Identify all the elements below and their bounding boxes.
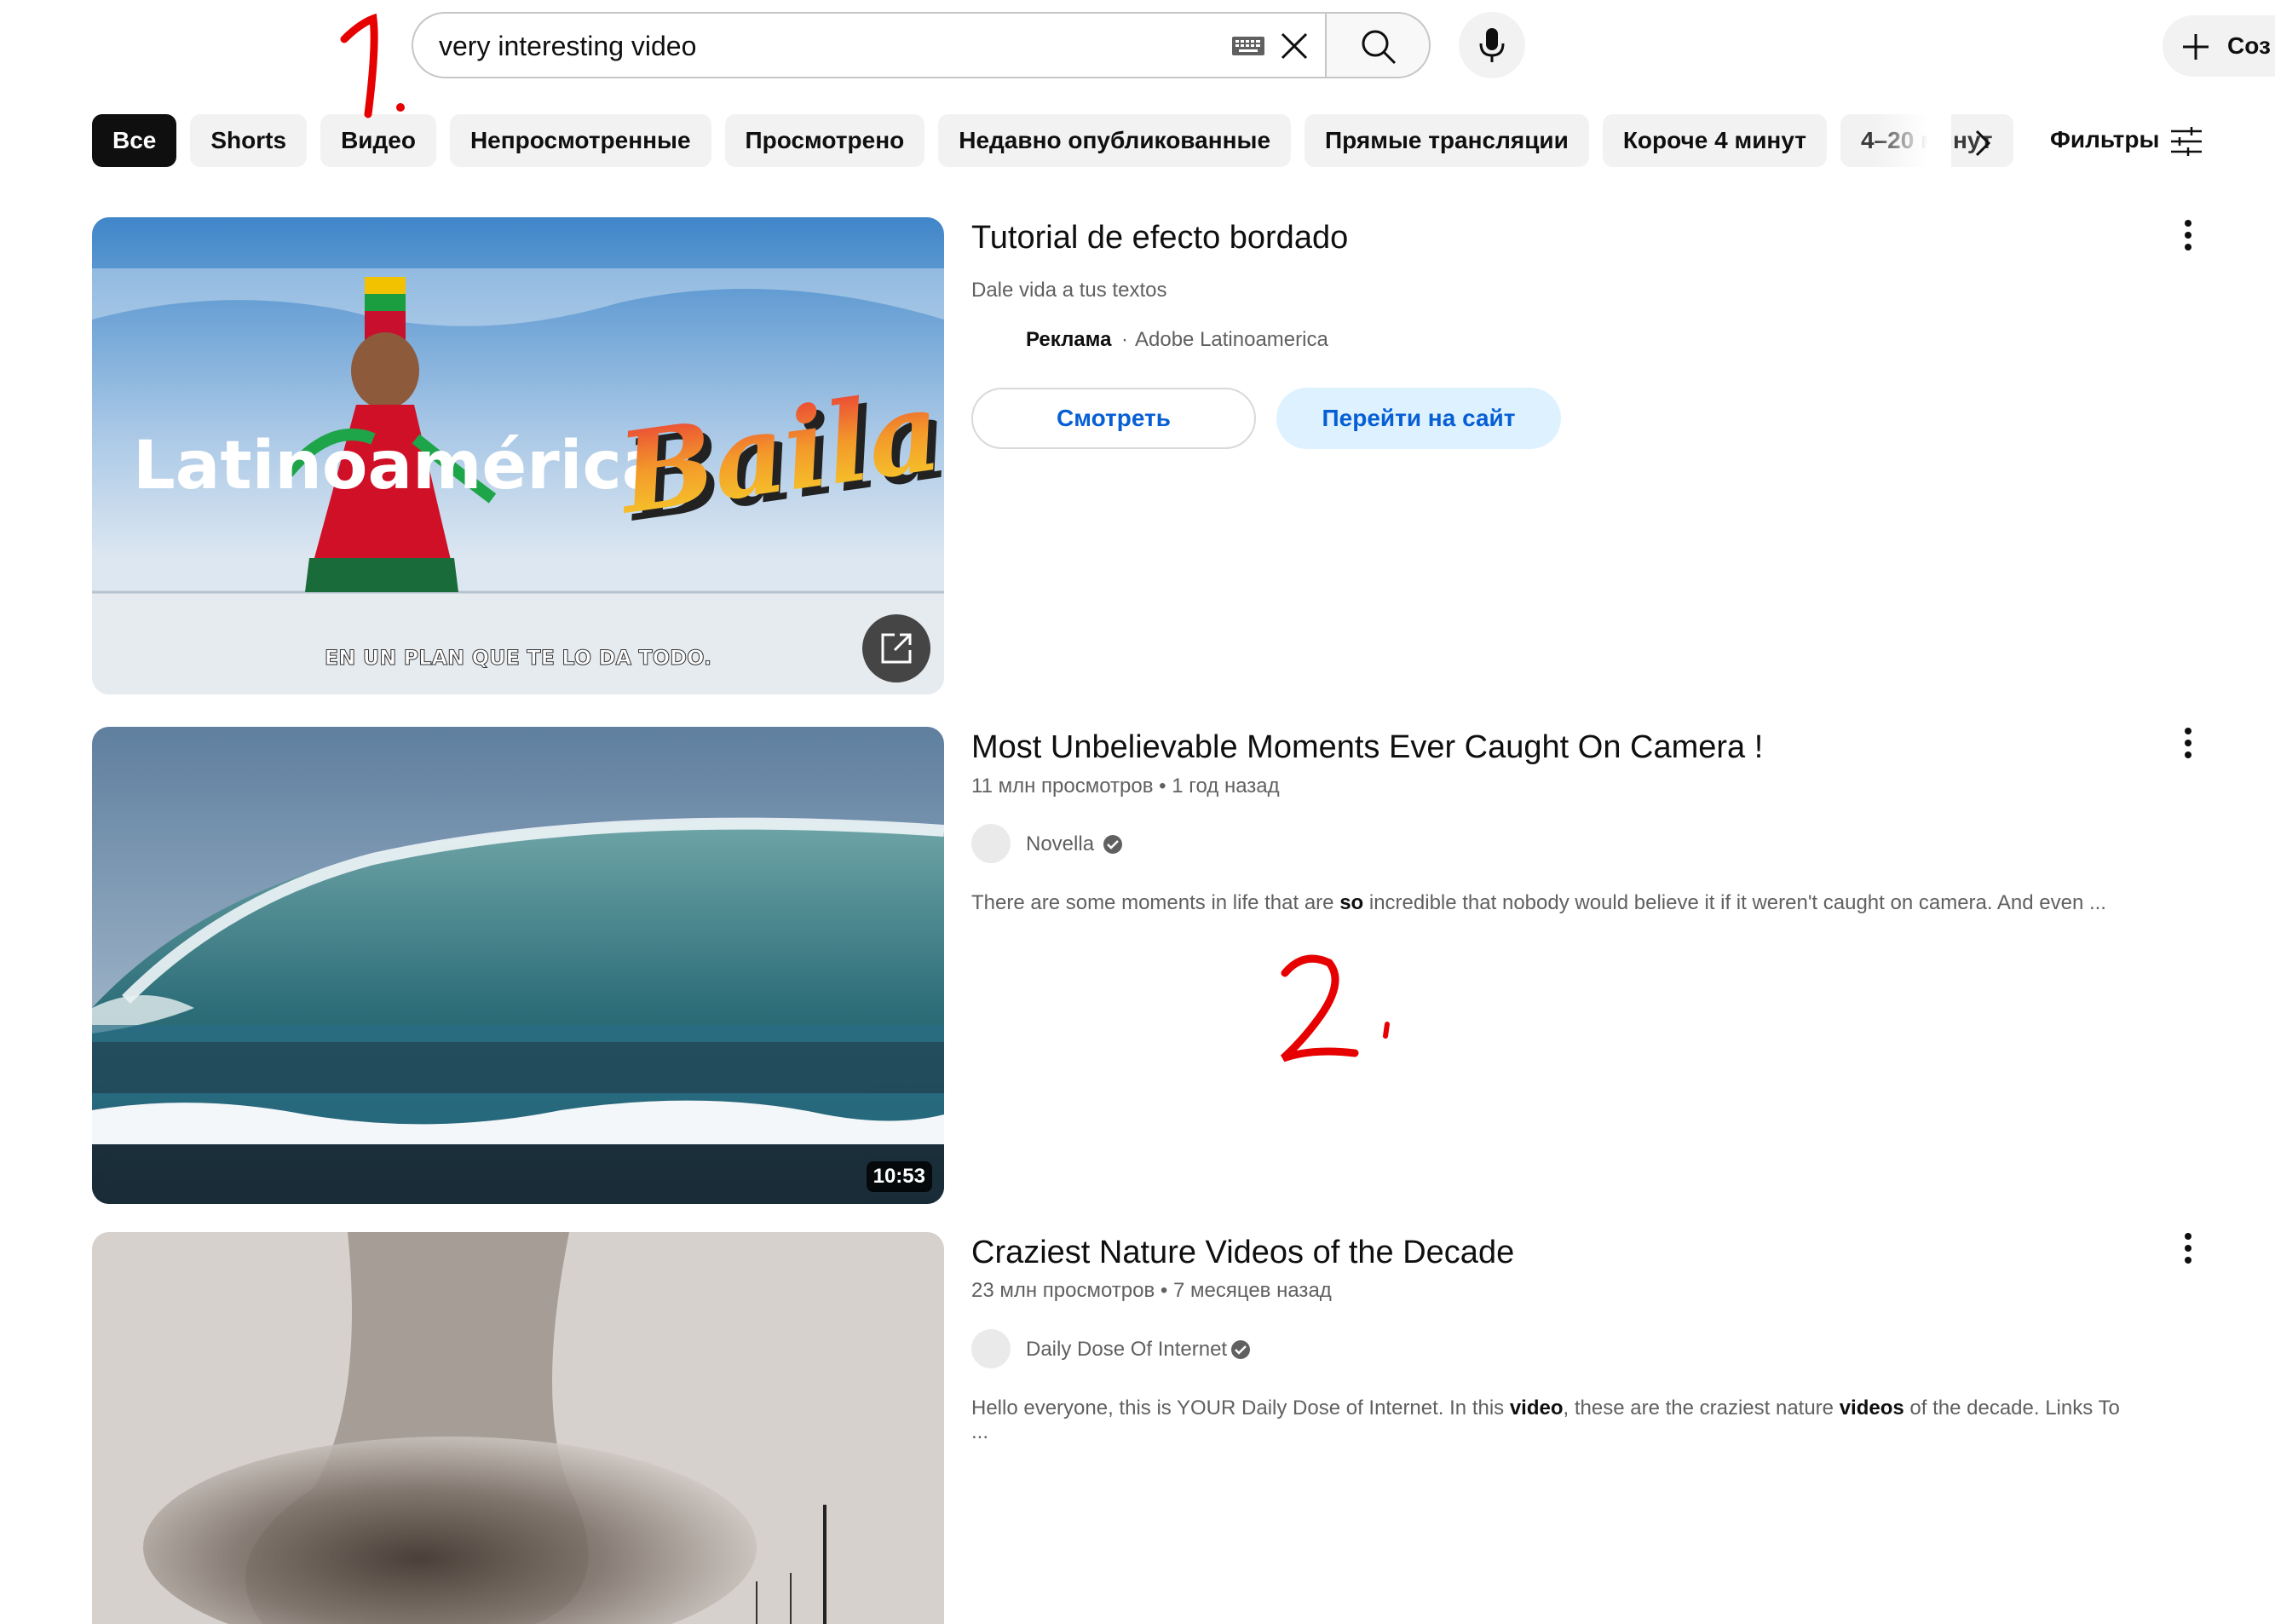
watch-button[interactable]: Смотреть (971, 388, 1256, 449)
search-button[interactable] (1325, 12, 1431, 78)
more-options-icon[interactable] (2178, 1230, 2198, 1267)
chip-shorts[interactable]: Shorts (190, 114, 308, 167)
chips-fade-overlay (1875, 107, 1951, 176)
keyboard-icon[interactable] (1231, 34, 1265, 58)
search-input[interactable]: very interesting video (412, 12, 1325, 78)
chip-unwatched[interactable]: Непросмотренные (449, 114, 711, 167)
plus-icon (2183, 34, 2209, 60)
video-duration: 10:53 (866, 1161, 932, 1192)
more-options-icon[interactable] (2178, 216, 2198, 254)
ad-title[interactable]: Tutorial de efecto bordado (971, 220, 1348, 256)
video-meta: 11 млн просмотров • 1 год назад (971, 775, 1280, 798)
create-button-label: Соз (2227, 32, 2271, 59)
create-button[interactable]: Соз (2163, 15, 2275, 77)
chip-all[interactable]: Все (92, 114, 177, 167)
verified-badge-icon (1231, 1340, 1250, 1359)
avatar[interactable] (971, 824, 1011, 863)
meta-separator: • (1160, 1279, 1168, 1302)
channel-name[interactable]: Novella (1026, 832, 1094, 856)
description-text: , these are the craziest nature (1563, 1397, 1840, 1420)
description-text: There are some moments in life that are (971, 891, 1340, 914)
description-text: Hello everyone, this is YOUR Daily Dose … (971, 1397, 1510, 1420)
upload-age: 7 месяцев назад (1173, 1279, 1332, 1302)
description-highlight: video (1509, 1397, 1564, 1420)
chip-under-4-min[interactable]: Короче 4 минут (1602, 114, 1827, 167)
verified-badge-icon (1103, 835, 1122, 854)
more-options-icon[interactable] (2178, 724, 2198, 762)
video-description: There are some moments in life that are … (971, 891, 2139, 915)
chevron-right-icon[interactable] (1963, 124, 2001, 162)
annotation-1 (340, 13, 405, 118)
search-icon (1362, 30, 1397, 65)
upload-age: 1 год назад (1172, 775, 1280, 798)
external-link-icon (881, 633, 912, 664)
video-meta: 23 млн просмотров • 7 месяцев назад (971, 1279, 1332, 1303)
microphone-icon (1479, 28, 1505, 62)
voice-search-button[interactable] (1459, 12, 1525, 78)
view-count: 11 млн просмотров (971, 775, 1154, 798)
description-highlight: videos (1839, 1397, 1904, 1420)
channel-name[interactable]: Daily Dose Of Internet (1026, 1338, 1227, 1362)
ad-thumb-caption: EN UN PLAN QUE TE LO DA TODO. (325, 646, 711, 670)
ad-subtitle: Dale vida a tus textos (971, 279, 1167, 302)
description-highlight: so (1339, 891, 1364, 914)
filters-button[interactable]: Фильтры (2050, 126, 2159, 153)
video-thumbnail[interactable]: 10:53 (92, 727, 944, 1204)
ad-channel-name[interactable]: Adobe Latinoamerica (1135, 328, 1328, 352)
chip-live[interactable]: Прямые трансляции (1305, 114, 1589, 167)
search-query-text: very interesting video (439, 31, 697, 61)
visit-site-button[interactable]: Перейти на сайт (1276, 388, 1561, 449)
ad-label: Реклама (1026, 328, 1112, 351)
clear-search-icon[interactable] (1276, 27, 1313, 65)
meta-separator: • (1159, 775, 1166, 798)
chip-watched[interactable]: Просмотрено (724, 114, 925, 167)
chip-recently-uploaded[interactable]: Недавно опубликованные (938, 114, 1292, 167)
view-count: 23 млн просмотров (971, 1279, 1155, 1302)
external-link-button[interactable] (862, 614, 930, 682)
description-text: incredible that nobody would believe it … (1363, 891, 2106, 914)
video-title[interactable]: Craziest Nature Videos of the Decade (971, 1235, 1514, 1271)
ad-separator: · (1121, 328, 1128, 351)
ad-thumb-text: Latinoamérica (133, 428, 666, 504)
video-description: Hello everyone, this is YOUR Daily Dose … (971, 1397, 2139, 1444)
filters-sliders-icon[interactable] (2169, 126, 2203, 157)
annotation-2 (1280, 954, 1390, 1063)
video-title[interactable]: Most Unbelievable Moments Ever Caught On… (971, 729, 1763, 766)
avatar[interactable] (971, 1329, 1011, 1368)
ad-thumbnail[interactable]: Latinoamérica Baila Baila EN UN PLAN QUE… (92, 217, 944, 694)
video-thumbnail[interactable] (92, 1232, 944, 1624)
